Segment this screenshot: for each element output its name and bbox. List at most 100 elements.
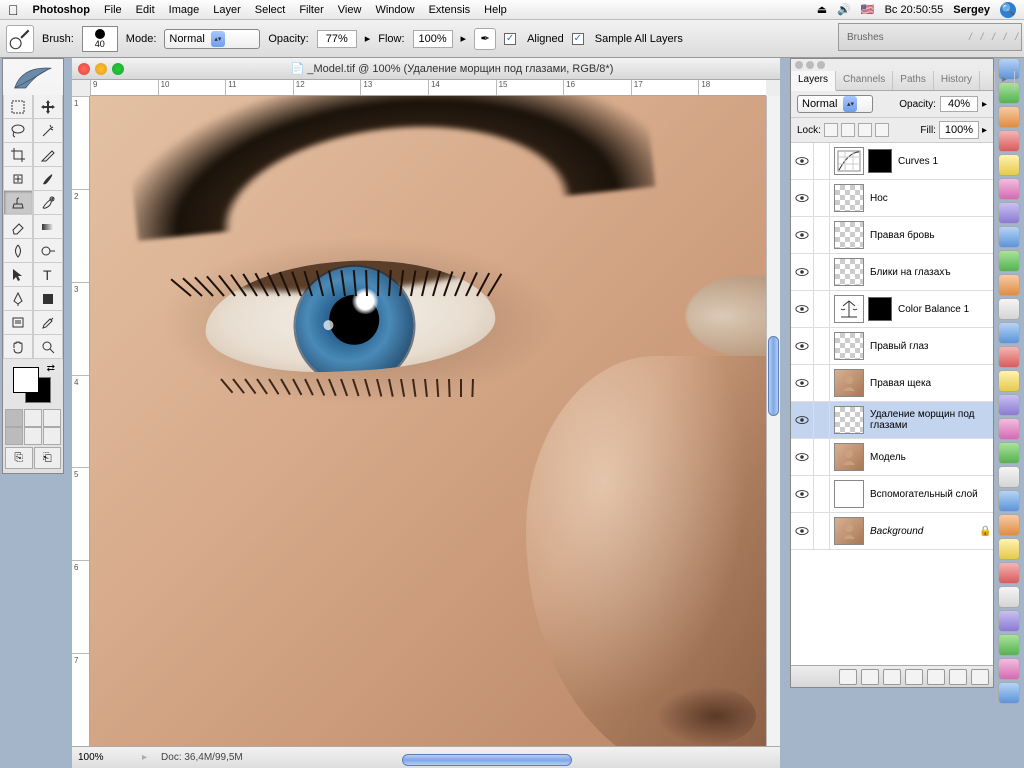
flow-arrow-icon[interactable]: ▸ [461, 32, 467, 45]
menu-help[interactable]: Help [484, 4, 507, 16]
opacity-arrow-icon[interactable]: ▸ [365, 32, 371, 45]
layer-style-icon[interactable] [861, 669, 879, 685]
layer-visibility-icon[interactable] [791, 439, 814, 475]
layer-visibility-icon[interactable] [791, 328, 814, 364]
dock-icon[interactable] [998, 346, 1020, 368]
dock-icon[interactable] [998, 322, 1020, 344]
layer-thumb[interactable] [834, 332, 864, 360]
dock-icon[interactable] [998, 634, 1020, 656]
fill-input[interactable]: 100% [939, 121, 979, 139]
dock-icon[interactable] [998, 466, 1020, 488]
new-set-icon[interactable] [905, 669, 923, 685]
tab-history[interactable]: History [934, 71, 980, 90]
layer-name[interactable]: Нос [868, 193, 993, 204]
dock-icon[interactable] [998, 178, 1020, 200]
dock-icon[interactable] [998, 586, 1020, 608]
dock-icon[interactable] [998, 274, 1020, 296]
foreground-color[interactable] [13, 367, 39, 393]
layer-thumb[interactable] [834, 443, 864, 471]
spotlight-icon[interactable]: 🔍 [1000, 2, 1016, 18]
layer-row[interactable]: Нос [791, 180, 993, 217]
dock-icon[interactable] [998, 298, 1020, 320]
layer-name[interactable]: Color Balance 1 [896, 304, 993, 315]
screen-mode-icon[interactable] [43, 409, 61, 427]
eraser-tool[interactable] [3, 215, 33, 239]
app-menu[interactable]: Photoshop [33, 4, 90, 16]
apple-menu-icon[interactable]:  [8, 2, 19, 18]
layer-visibility-icon[interactable] [791, 291, 814, 327]
layer-link-well[interactable] [814, 439, 830, 475]
flow-input[interactable]: 100% [413, 30, 453, 48]
dock-icon[interactable] [998, 442, 1020, 464]
layer-thumb[interactable] [834, 406, 864, 434]
layer-thumb[interactable] [834, 517, 864, 545]
layer-name[interactable]: Модель [868, 452, 993, 463]
lock-position-icon[interactable] [858, 123, 872, 137]
layer-row[interactable]: Блики на глазахъ [791, 254, 993, 291]
window-close-icon[interactable] [78, 63, 90, 75]
layer-visibility-icon[interactable] [791, 180, 814, 216]
dock-icon[interactable] [998, 370, 1020, 392]
layer-link-well[interactable] [814, 143, 830, 179]
lock-transparent-icon[interactable] [824, 123, 838, 137]
dock-icon[interactable] [998, 682, 1020, 704]
wand-tool[interactable] [33, 119, 63, 143]
layer-name[interactable]: Curves 1 [896, 156, 993, 167]
layer-thumb[interactable] [834, 480, 864, 508]
canvas[interactable] [90, 96, 766, 746]
layer-row[interactable]: Вспомогательный слой [791, 476, 993, 513]
shape-tool[interactable] [33, 287, 63, 311]
dock-icon[interactable] [998, 610, 1020, 632]
scroll-thumb-h[interactable] [402, 754, 572, 766]
layer-row[interactable]: Background🔒 [791, 513, 993, 550]
zoom-tool[interactable] [33, 335, 63, 359]
menu-layer[interactable]: Layer [213, 4, 241, 16]
panel-menu-icon[interactable]: ▸ [995, 71, 1015, 90]
layer-row[interactable]: Правая бровь [791, 217, 993, 254]
dodge-tool[interactable] [33, 239, 63, 263]
sample-all-checkbox[interactable]: ✓ [572, 33, 584, 45]
swap-colors-icon[interactable]: ⇄ [47, 363, 55, 374]
horizontal-scrollbar[interactable] [322, 752, 740, 768]
dock-icon[interactable] [998, 418, 1020, 440]
dock-icon[interactable] [998, 106, 1020, 128]
layer-row[interactable]: Правый глаз [791, 328, 993, 365]
menu-image[interactable]: Image [169, 4, 200, 16]
dock-icon[interactable] [998, 538, 1020, 560]
move-tool[interactable] [33, 95, 63, 119]
layer-mask-icon[interactable] [883, 669, 901, 685]
layer-row[interactable]: Правая щека [791, 365, 993, 402]
fullscreen-icon[interactable] [43, 427, 61, 445]
layer-mask-thumb[interactable] [868, 149, 892, 173]
layer-thumb[interactable] [834, 369, 864, 397]
lock-pixels-icon[interactable] [841, 123, 855, 137]
layer-visibility-icon[interactable] [791, 217, 814, 253]
fullscreen-menu-icon[interactable] [24, 427, 42, 445]
layer-row[interactable]: Color Balance 1 [791, 291, 993, 328]
layer-visibility-icon[interactable] [791, 365, 814, 401]
dock-icon[interactable] [998, 562, 1020, 584]
layer-name[interactable]: Блики на глазахъ [868, 267, 993, 278]
opacity-input[interactable]: 77% [317, 30, 357, 48]
airbrush-toggle-icon[interactable]: ✒ [474, 28, 496, 50]
eyedropper-tool[interactable] [33, 311, 63, 335]
window-titlebar[interactable]: 📄 _Model.tif @ 100% (Удаление морщин под… [72, 58, 780, 80]
window-zoom-icon[interactable] [112, 63, 124, 75]
quickmask-mode-icon[interactable] [24, 409, 42, 427]
layer-thumb[interactable] [834, 221, 864, 249]
layer-row[interactable]: Модель [791, 439, 993, 476]
opacity-arrow-icon[interactable]: ▸ [982, 99, 987, 110]
layer-visibility-icon[interactable] [791, 513, 814, 549]
layer-name[interactable]: Правая щека [868, 378, 993, 389]
brushes-palette-tab[interactable]: Brushes / / / / / [838, 23, 1022, 51]
menu-window[interactable]: Window [375, 4, 414, 16]
hand-tool[interactable] [3, 335, 33, 359]
fill-arrow-icon[interactable]: ▸ [982, 125, 987, 136]
crop-tool[interactable] [3, 143, 33, 167]
lock-all-icon[interactable] [875, 123, 889, 137]
history-brush-tool[interactable] [33, 191, 63, 215]
layer-link-well[interactable] [814, 217, 830, 253]
scroll-thumb[interactable] [768, 336, 779, 416]
layer-visibility-icon[interactable] [791, 143, 814, 179]
jump-imageready-icon[interactable]: ⎘ [5, 447, 33, 469]
